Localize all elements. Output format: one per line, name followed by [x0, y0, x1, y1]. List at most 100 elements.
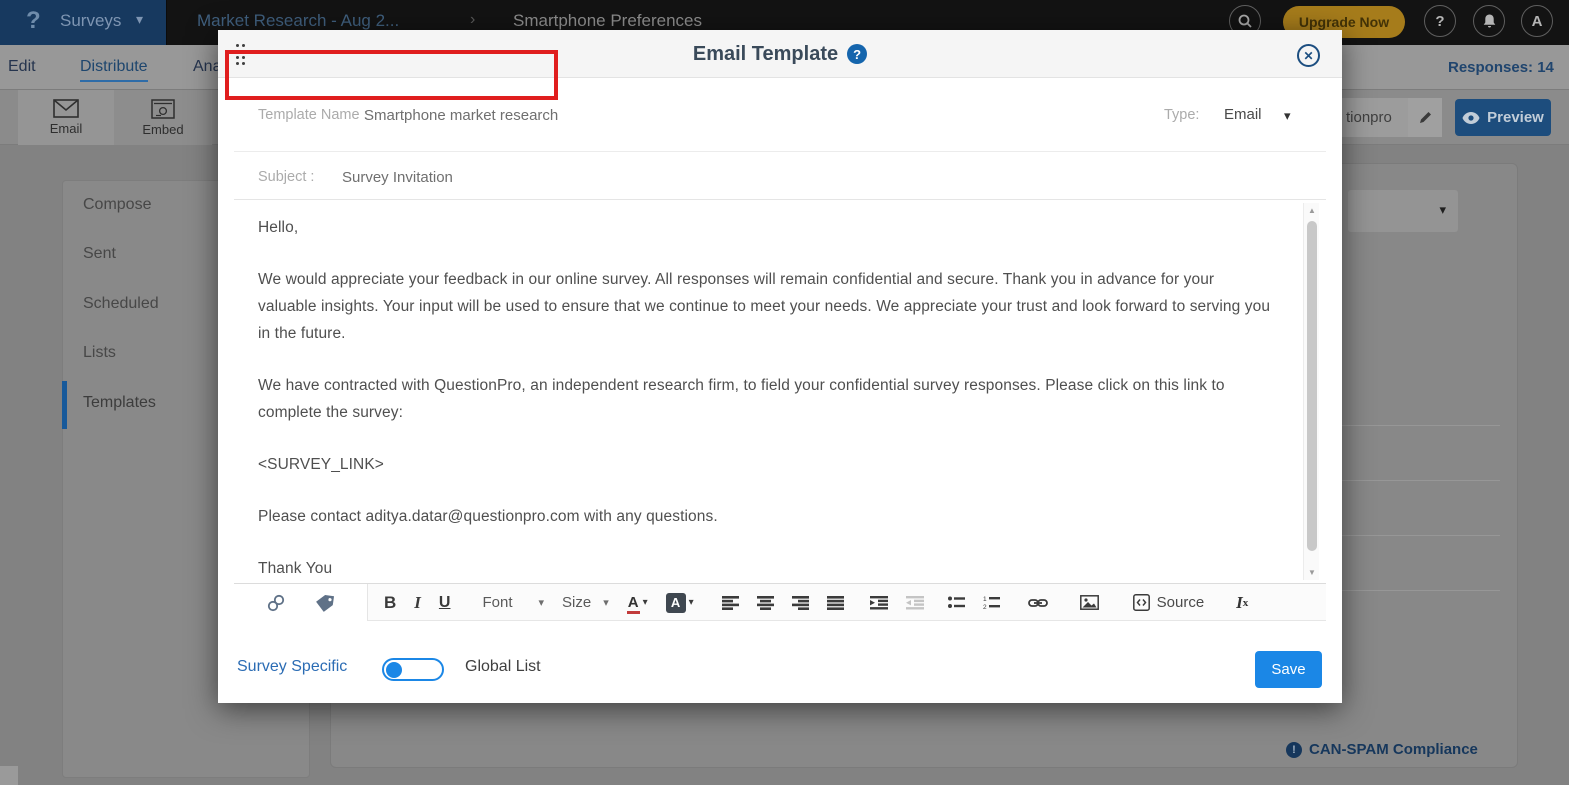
channel-tab-label: Embed	[142, 122, 183, 137]
breadcrumb-separator: ›	[470, 11, 475, 29]
insert-tag-button[interactable]	[314, 594, 336, 612]
align-center-button[interactable]	[757, 596, 774, 610]
underline-button[interactable]: U	[439, 594, 451, 612]
template-name-input[interactable]: Smartphone market research	[364, 107, 558, 124]
template-name-label: Template Name :	[258, 107, 368, 123]
source-icon	[1133, 594, 1150, 611]
editor-paragraph: We have contracted with QuestionPro, an …	[258, 372, 1273, 426]
canspam-compliance-link[interactable]: ! CAN-SPAM Compliance	[1286, 741, 1478, 758]
help-button[interactable]: ?	[1424, 5, 1456, 37]
toggle-knob	[386, 662, 402, 678]
increase-indent-button[interactable]	[870, 596, 888, 610]
sidebar-item-compose[interactable]: Compose	[83, 196, 151, 214]
editor-paragraph: We would appreciate your feedback in our…	[258, 266, 1273, 347]
svg-text:1: 1	[983, 596, 987, 603]
subject-input[interactable]: Survey Invitation	[342, 169, 453, 186]
source-button[interactable]: Source	[1133, 594, 1205, 611]
editor-paragraph: <SURVEY_LINK>	[258, 451, 1273, 478]
scroll-up-icon[interactable]: ▲	[1304, 206, 1320, 215]
sidebar-item-templates[interactable]: Templates	[83, 394, 156, 412]
breadcrumb-survey-link[interactable]: Market Research - Aug 2...	[197, 11, 399, 31]
svg-text:2: 2	[983, 604, 987, 610]
channel-tab-label: Email	[50, 121, 83, 136]
save-button[interactable]: Save	[1255, 651, 1322, 688]
chevron-down-icon: ▾	[603, 596, 609, 609]
bell-icon	[1482, 13, 1497, 29]
background-color-button[interactable]: A ▾	[666, 593, 694, 613]
bulleted-list-button[interactable]	[948, 596, 965, 609]
sidebar-item-lists[interactable]: Lists	[83, 344, 116, 362]
background-dropdown[interactable]: ▾	[1348, 190, 1458, 232]
preview-button[interactable]: Preview	[1455, 99, 1551, 136]
help-icon[interactable]: ?	[847, 44, 867, 64]
indent-icon	[870, 596, 888, 610]
chevron-down-icon: ▾	[538, 596, 544, 609]
global-list-label[interactable]: Global List	[465, 658, 541, 676]
align-left-icon	[722, 596, 739, 610]
bulleted-list-icon	[948, 596, 965, 609]
preview-label: Preview	[1487, 109, 1544, 126]
list-scope-toggle[interactable]	[382, 658, 444, 681]
divider	[1336, 480, 1500, 481]
responses-count[interactable]: Responses: 14	[1448, 59, 1554, 76]
tab-distribute[interactable]: Distribute	[80, 58, 148, 82]
survey-specific-label[interactable]: Survey Specific	[237, 658, 347, 676]
tag-icon	[314, 594, 336, 612]
justify-button[interactable]	[827, 596, 844, 610]
outdent-icon	[906, 596, 924, 610]
active-item-indicator	[62, 381, 67, 429]
insert-survey-link-button[interactable]	[266, 593, 286, 613]
sidebar-item-scheduled[interactable]: Scheduled	[83, 295, 159, 313]
account-avatar[interactable]: A	[1521, 5, 1553, 37]
chevron-down-icon[interactable]: ▾	[1284, 108, 1291, 124]
text-color-button[interactable]: A ▾	[627, 594, 648, 611]
insert-link-button[interactable]	[1028, 597, 1048, 609]
email-body-editor[interactable]: Hello, We would appreciate your feedback…	[234, 200, 1303, 583]
notifications-button[interactable]	[1473, 5, 1505, 37]
product-menu-surveys[interactable]: Surveys	[60, 11, 121, 31]
sidebar-item-sent[interactable]: Sent	[83, 245, 116, 263]
font-dropdown[interactable]: Font ▾	[482, 594, 544, 611]
edit-url-button[interactable]	[1408, 98, 1442, 137]
modal-title: Email Template	[693, 43, 838, 66]
remove-format-button[interactable]: Ix	[1236, 593, 1248, 613]
channel-tab-embed[interactable]: Embed	[114, 90, 212, 145]
decrease-indent-button[interactable]	[906, 596, 924, 610]
insert-image-button[interactable]	[1080, 595, 1099, 610]
link-icon	[1028, 597, 1048, 609]
italic-button[interactable]: I	[414, 593, 421, 613]
scrollbar-thumb[interactable]	[1307, 221, 1317, 551]
align-right-icon	[792, 596, 809, 610]
size-dropdown[interactable]: Size ▾	[562, 594, 609, 611]
background-color-icon: A	[666, 593, 686, 613]
scroll-corner	[0, 766, 18, 785]
source-label: Source	[1157, 594, 1205, 611]
canspam-label: CAN-SPAM Compliance	[1309, 741, 1478, 758]
help-icon: ?	[1435, 13, 1444, 30]
image-icon	[1080, 595, 1099, 610]
align-left-button[interactable]	[722, 596, 739, 610]
bold-button[interactable]: B	[384, 593, 396, 613]
channel-tab-email[interactable]: Email	[18, 90, 114, 145]
editor-paragraph: Hello,	[258, 214, 1273, 241]
questionpro-logo-icon: ?	[26, 7, 41, 35]
email-envelope-icon	[53, 99, 79, 118]
type-select-value[interactable]: Email	[1224, 106, 1262, 123]
eye-icon	[1462, 112, 1480, 124]
editor-scrollbar[interactable]: ▲ ▼	[1303, 203, 1319, 580]
align-right-button[interactable]	[792, 596, 809, 610]
align-center-icon	[757, 596, 774, 610]
toolbar-format-group: B I U Font ▾ Size ▾ A ▾ A ▾	[384, 584, 1326, 621]
close-icon[interactable]: ✕	[1297, 44, 1320, 67]
scroll-down-icon[interactable]: ▼	[1304, 568, 1320, 577]
chevron-down-icon: ▾	[689, 597, 694, 608]
chevron-down-icon: ▾	[1439, 202, 1446, 218]
justify-icon	[827, 596, 844, 610]
divider	[1336, 535, 1500, 536]
logo-block[interactable]: ? Surveys ▾	[0, 0, 167, 45]
pencil-icon	[1418, 110, 1433, 125]
chevron-down-icon: ▾	[643, 597, 648, 608]
editor-paragraph: Please contact aditya.datar@questionpro.…	[258, 503, 1273, 530]
tab-edit[interactable]: Edit	[8, 58, 36, 76]
numbered-list-button[interactable]: 1 2	[983, 596, 1000, 610]
